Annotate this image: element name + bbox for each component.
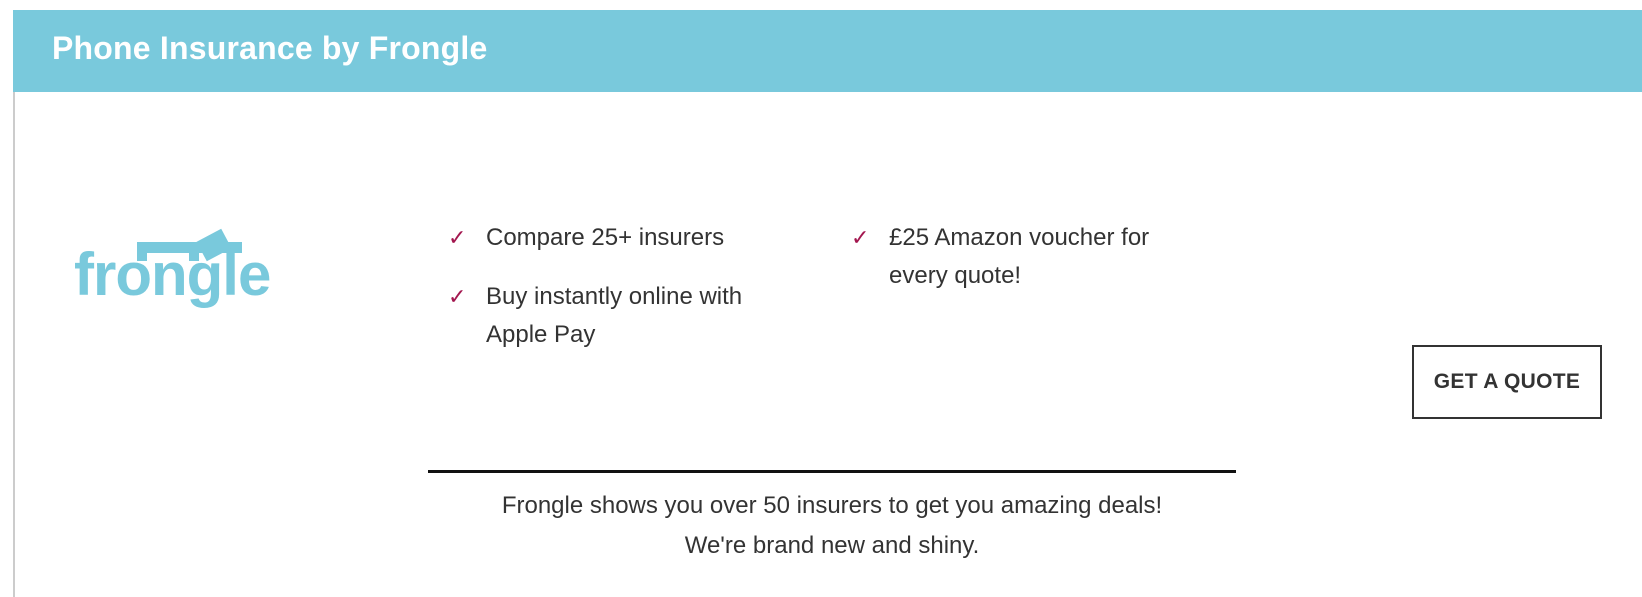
card-header: Phone Insurance by Frongle: [13, 10, 1642, 92]
logo-wordmark: frongle: [74, 241, 271, 308]
header-title: Phone Insurance by Frongle: [52, 30, 488, 66]
feature-text: Compare 25+ insurers: [486, 224, 725, 251]
feature-text: Buy instantly online with Apple Pay: [486, 283, 743, 348]
check-icon: ✓: [851, 225, 870, 250]
divider: [428, 470, 1236, 473]
tagline-line-2: We're brand new and shiny.: [684, 532, 980, 559]
feature-text: £25 Amazon voucher for every quote!: [889, 224, 1150, 289]
tagline-line-1: Frongle shows you over 50 insurers to ge…: [501, 492, 1163, 519]
check-icon: ✓: [448, 284, 467, 309]
get-a-quote-button[interactable]: GET A QUOTE: [1412, 345, 1602, 419]
frongle-logo: frongle: [74, 228, 294, 320]
check-icon: ✓: [448, 225, 467, 250]
